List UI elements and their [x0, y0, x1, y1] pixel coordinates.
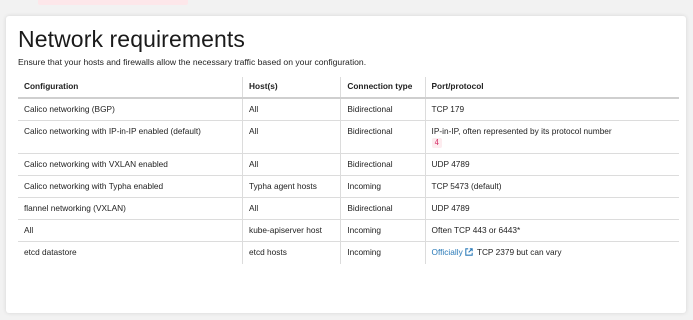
cell-configuration: All	[18, 219, 244, 242]
cell-configuration: Calico networking with IP-in-IP enabled …	[18, 120, 244, 154]
page-subtitle: Ensure that your hosts and firewalls all…	[18, 57, 367, 67]
cell-connection-type: Bidirectional	[340, 120, 426, 154]
content-card: Network requirements Ensure that your ho…	[6, 16, 686, 313]
network-requirements-table: Configuration Host(s) Connection type Po…	[18, 77, 679, 264]
table-header-row: Configuration Host(s) Connection type Po…	[18, 77, 679, 99]
table-row: etcd datastore etcd hosts Incoming Offic…	[18, 241, 679, 265]
table-row: Calico networking with IP-in-IP enabled …	[18, 120, 679, 154]
cell-configuration: flannel networking (VXLAN)	[18, 197, 244, 220]
cell-port-protocol: UDP 4789	[425, 197, 679, 220]
cell-connection-type: Incoming	[340, 219, 426, 242]
table-row: Calico networking with VXLAN enabled All…	[18, 153, 679, 176]
cell-hosts: All	[242, 197, 342, 220]
cell-hosts: All	[242, 120, 342, 154]
cell-port-protocol: Often TCP 443 or 6443*	[425, 219, 679, 242]
header-hosts: Host(s)	[242, 77, 342, 99]
cell-connection-type: Bidirectional	[340, 197, 426, 220]
port-protocol-text: TCP 2379 but can vary	[476, 247, 562, 257]
table-row: All kube-apiserver host Incoming Often T…	[18, 219, 679, 242]
port-protocol-text: IP-in-IP, often represented by its proto…	[431, 126, 612, 136]
cell-port-protocol: UDP 4789	[425, 153, 679, 176]
cell-configuration: etcd datastore	[18, 241, 244, 264]
table-row: Calico networking (BGP) All Bidirectiona…	[18, 98, 679, 121]
header-connection-type: Connection type	[340, 77, 426, 99]
cell-connection-type: Incoming	[340, 175, 426, 198]
header-configuration: Configuration	[18, 77, 244, 99]
cut-off-code-snippet	[38, 0, 188, 5]
protocol-number-code: 4	[431, 138, 443, 148]
cell-connection-type: Incoming	[340, 241, 426, 264]
table-row: flannel networking (VXLAN) All Bidirecti…	[18, 197, 679, 220]
cell-port-protocol: Officially TCP 2379 but can vary	[425, 242, 679, 265]
cell-hosts: etcd hosts	[242, 241, 342, 264]
cell-connection-type: Bidirectional	[340, 98, 426, 121]
header-port-protocol: Port/protocol	[425, 77, 679, 99]
cell-port-protocol: IP-in-IP, often represented by its proto…	[425, 120, 679, 154]
table-row: Calico networking with Typha enabled Typ…	[18, 175, 679, 198]
cell-hosts: All	[242, 98, 342, 121]
cell-connection-type: Bidirectional	[340, 153, 426, 176]
cell-hosts: All	[242, 153, 342, 176]
officially-link[interactable]: Officially	[432, 247, 463, 257]
cell-port-protocol: TCP 179	[425, 98, 679, 121]
cell-hosts: Typha agent hosts	[242, 175, 342, 198]
cell-port-protocol: TCP 5473 (default)	[425, 175, 679, 198]
cell-configuration: Calico networking (BGP)	[18, 98, 244, 121]
cell-configuration: Calico networking with VXLAN enabled	[18, 153, 244, 176]
page-title: Network requirements	[18, 26, 245, 52]
external-link-icon[interactable]	[464, 248, 473, 259]
cell-configuration: Calico networking with Typha enabled	[18, 175, 244, 198]
cell-hosts: kube-apiserver host	[242, 219, 342, 242]
